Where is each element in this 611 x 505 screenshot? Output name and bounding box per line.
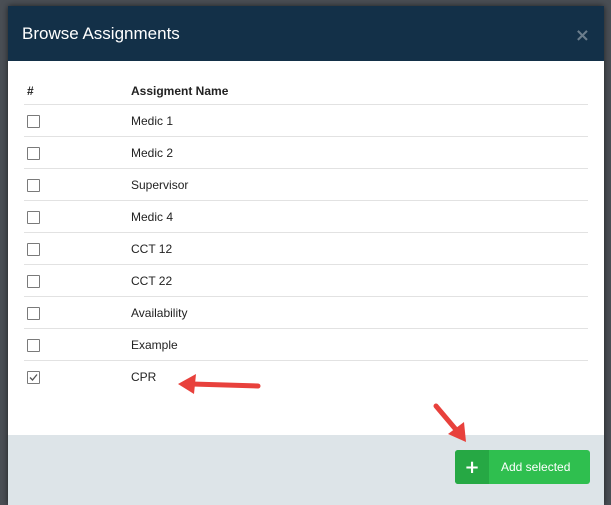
add-selected-label: Add selected <box>501 460 571 474</box>
row-checkbox[interactable] <box>27 178 40 192</box>
table-row[interactable]: Supervisor <box>24 168 588 201</box>
table-row[interactable]: Availability <box>24 296 588 329</box>
table-row[interactable]: Medic 4 <box>24 200 588 233</box>
table-header-row: # Assigment Name <box>24 78 588 105</box>
checkmark-icon <box>29 373 38 381</box>
assignment-name: Medic 4 <box>131 200 588 233</box>
assignment-name: Availability <box>131 296 588 329</box>
assignment-name: Supervisor <box>131 168 588 201</box>
modal-footer: + Add selected <box>8 435 604 505</box>
row-checkbox[interactable] <box>27 338 40 352</box>
row-checkbox-checked[interactable] <box>27 370 40 384</box>
browse-assignments-modal: Browse Assignments × # Assigment Name Me… <box>8 6 604 505</box>
table-row[interactable]: Medic 1 <box>24 104 588 137</box>
column-header-number: # <box>24 78 131 105</box>
plus-icon: + <box>455 450 489 484</box>
assignment-name: Example <box>131 328 588 361</box>
table-row[interactable]: CCT 12 <box>24 232 588 265</box>
table-row[interactable]: Medic 2 <box>24 136 588 169</box>
row-checkbox[interactable] <box>27 114 40 128</box>
assignment-name: Medic 1 <box>131 104 588 137</box>
assignment-name: CCT 22 <box>131 264 588 297</box>
column-header-assignment-name: Assigment Name <box>131 78 588 105</box>
add-selected-button[interactable]: + Add selected <box>455 450 590 484</box>
row-checkbox[interactable] <box>27 146 40 160</box>
assignments-table: # Assigment Name Medic 1 Medic 2 Supervi… <box>24 78 588 392</box>
assignment-name: CPR <box>131 369 157 384</box>
table-row[interactable]: CCT 22 <box>24 264 588 297</box>
assignment-name: CCT 12 <box>131 232 588 265</box>
modal-header: Browse Assignments × <box>8 6 604 61</box>
row-checkbox[interactable] <box>27 242 40 256</box>
table-row[interactable]: Example <box>24 328 588 361</box>
close-icon[interactable]: × <box>575 25 590 46</box>
row-checkbox[interactable] <box>27 210 40 224</box>
assignment-name: Medic 2 <box>131 136 588 169</box>
modal-body: # Assigment Name Medic 1 Medic 2 Supervi… <box>8 61 604 392</box>
modal-title: Browse Assignments <box>22 23 180 43</box>
row-checkbox[interactable] <box>27 274 40 288</box>
row-checkbox[interactable] <box>27 306 40 320</box>
table-row[interactable]: CPR <box>24 361 588 393</box>
